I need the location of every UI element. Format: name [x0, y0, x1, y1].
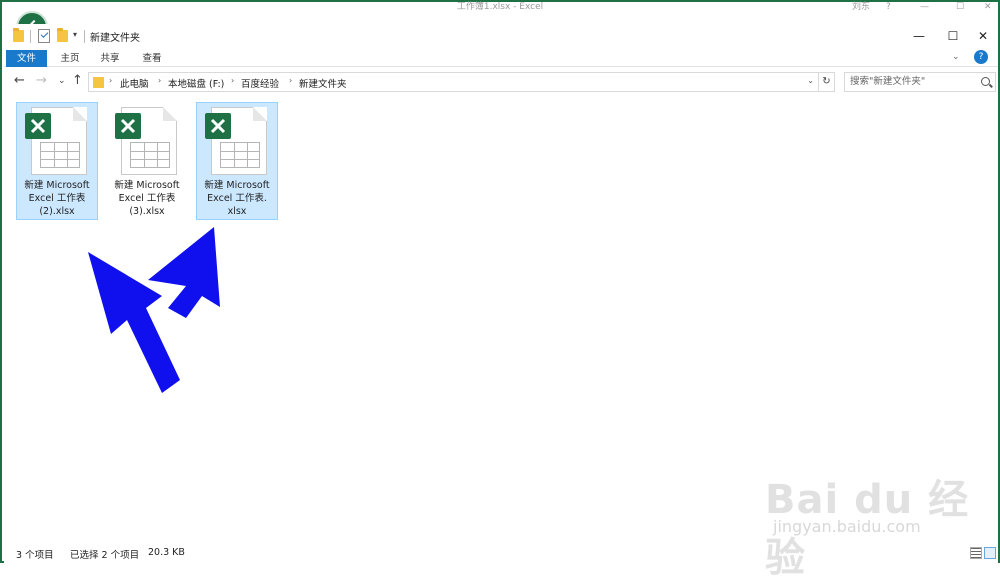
watermark-logo: Bai du 经验 jingyan.baidu.com: [765, 455, 985, 581]
arrow-annotation: [148, 227, 220, 318]
watermark-url: jingyan.baidu.com: [773, 517, 921, 536]
